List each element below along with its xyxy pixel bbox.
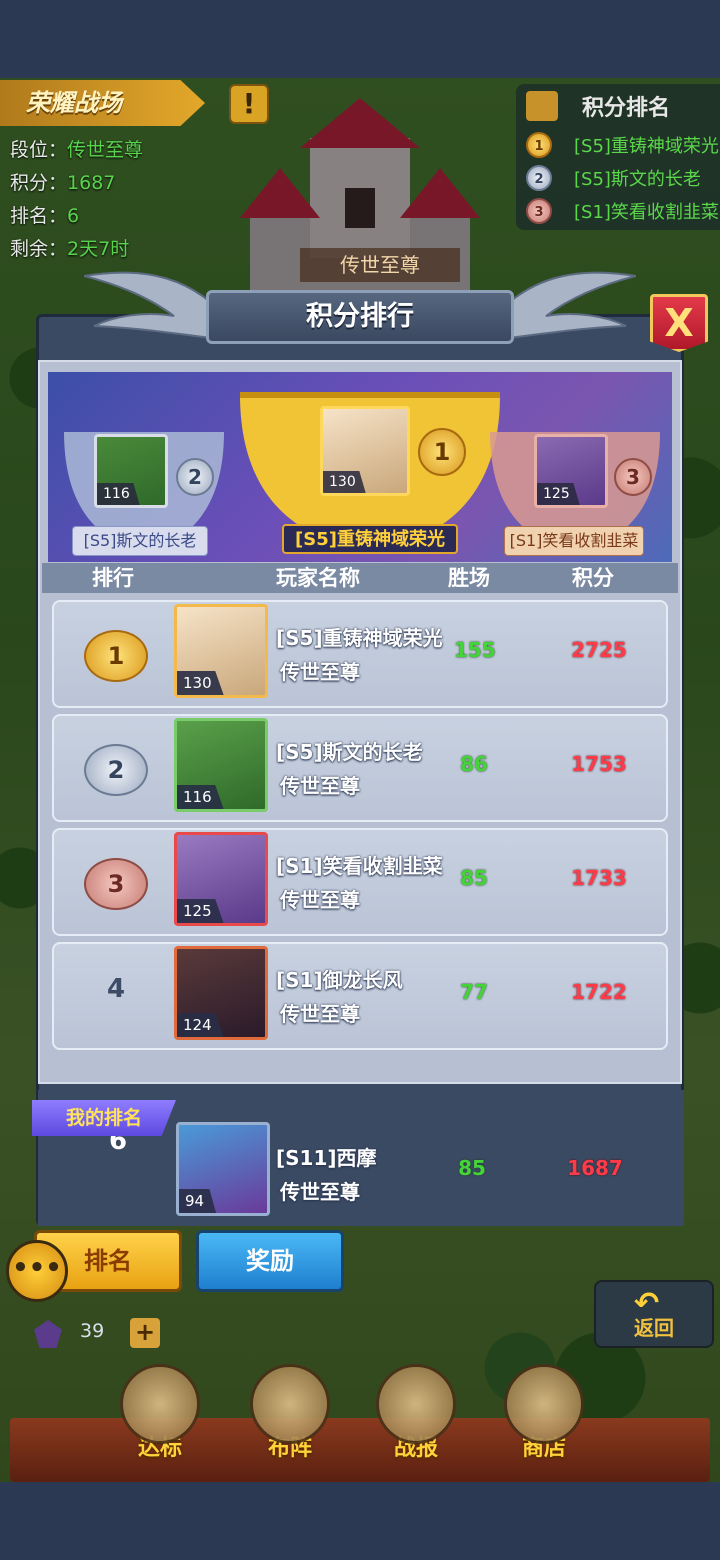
nav-item-achievement[interactable]: 达标 bbox=[114, 1364, 206, 1474]
info-rank: 排名：6 bbox=[10, 205, 80, 227]
player-avatar[interactable]: 116 bbox=[174, 718, 268, 812]
back-arrow-icon: ↶ bbox=[634, 1286, 660, 1321]
castle-tier-label: 传世至尊 bbox=[300, 248, 460, 282]
my-rank-tag: 我的排名 bbox=[32, 1100, 176, 1136]
player-avatar[interactable]: 130 bbox=[174, 604, 268, 698]
nav-item-shop[interactable]: 商店 bbox=[498, 1364, 590, 1474]
bronze-medal-icon: 3 bbox=[614, 458, 652, 496]
info-icon[interactable]: ! bbox=[229, 84, 269, 124]
podium: 116 2 [S5]斯文的长老 130 1 [S5]重铸神域荣光 125 3 [… bbox=[48, 372, 672, 562]
player-wins: 77 bbox=[460, 980, 488, 1004]
player-score: 2725 bbox=[571, 638, 627, 662]
info-tier: 段位：传世至尊 bbox=[10, 139, 144, 161]
silver-medal-icon: 2 bbox=[176, 458, 214, 496]
player-name: [S1]御龙长风 bbox=[276, 968, 403, 992]
bottom-system-bar bbox=[0, 1482, 720, 1560]
player-score: 1753 bbox=[571, 752, 627, 776]
mini-ranking-item: 2 [S5]斯文的长老 bbox=[516, 161, 720, 194]
player-name: [S1]笑看收割韭菜 bbox=[276, 854, 443, 878]
ranking-icon bbox=[526, 91, 558, 121]
mini-ranking-item: 1 [S5]重铸神域荣光 bbox=[516, 128, 720, 161]
nav-item-formation[interactable]: 布阵 bbox=[244, 1364, 336, 1474]
table-row[interactable]: 2 116 [S5]斯文的长老 传世至尊 86 1753 bbox=[52, 714, 668, 822]
player-tier: 传世至尊 bbox=[280, 774, 360, 798]
info-remaining: 剩余：2天7时 bbox=[10, 238, 130, 260]
rank-number: 4 bbox=[106, 974, 126, 1004]
achievement-icon bbox=[120, 1364, 200, 1444]
reward-tab-button[interactable]: 奖励 bbox=[196, 1230, 344, 1292]
player-score: 1722 bbox=[571, 980, 627, 1004]
gem-icon bbox=[34, 1320, 62, 1348]
table-row[interactable]: 4 124 [S1]御龙长风 传世至尊 77 1722 bbox=[52, 942, 668, 1050]
table-header: 排行 玩家名称 胜场 积分 bbox=[42, 563, 678, 593]
player-avatar[interactable]: 124 bbox=[174, 946, 268, 1040]
table-row[interactable]: 3 125 [S1]笑看收割韭菜 传世至尊 85 1733 bbox=[52, 828, 668, 936]
silver-medal-icon: 2 bbox=[84, 744, 148, 796]
gem-value: 39 bbox=[80, 1320, 105, 1342]
battlefield-title: 荣耀战场 bbox=[0, 80, 205, 126]
bronze-medal-icon: 3 bbox=[526, 197, 552, 224]
my-score: 1687 bbox=[567, 1156, 623, 1180]
player-name: [S5]斯文的长老 bbox=[276, 740, 423, 764]
header-score: 积分 bbox=[572, 566, 614, 590]
player-tier: 传世至尊 bbox=[280, 660, 360, 684]
third-place-name: [S1]笑看收割韭菜 bbox=[504, 526, 644, 556]
shop-icon bbox=[504, 1364, 584, 1444]
table-row[interactable]: 1 130 [S5]重铸神域荣光 传世至尊 155 2725 bbox=[52, 600, 668, 708]
battle-report-icon bbox=[376, 1364, 456, 1444]
header-rank: 排行 bbox=[92, 566, 134, 590]
gem-counter: 39 + bbox=[30, 1316, 160, 1352]
my-wins: 85 bbox=[458, 1156, 486, 1180]
player-tier: 传世至尊 bbox=[280, 888, 360, 912]
player-wins: 155 bbox=[454, 638, 496, 662]
close-button[interactable]: X bbox=[650, 294, 708, 352]
header-player-name: 玩家名称 bbox=[276, 566, 360, 590]
player-name: [S5]重铸神域荣光 bbox=[276, 626, 443, 650]
second-place-avatar[interactable]: 116 bbox=[94, 434, 168, 508]
info-points: 积分：1687 bbox=[10, 172, 116, 194]
first-place-avatar[interactable]: 130 bbox=[320, 406, 410, 496]
player-tier: 传世至尊 bbox=[280, 1002, 360, 1026]
bronze-medal-icon: 3 bbox=[84, 858, 148, 910]
third-place-avatar[interactable]: 125 bbox=[534, 434, 608, 508]
nav-item-battle-report[interactable]: 战报 bbox=[370, 1364, 462, 1474]
my-avatar[interactable]: 94 bbox=[176, 1122, 270, 1216]
player-wins: 86 bbox=[460, 752, 488, 776]
gold-medal-icon: 1 bbox=[526, 131, 552, 158]
chat-icon[interactable]: ••• bbox=[6, 1240, 68, 1302]
battle-info: 段位：传世至尊 积分：1687 排名：6 剩余：2天7时 bbox=[10, 134, 143, 266]
header-wins: 胜场 bbox=[448, 566, 490, 590]
player-score: 1733 bbox=[571, 866, 627, 890]
my-player-tier: 传世至尊 bbox=[280, 1180, 360, 1204]
player-wins: 85 bbox=[460, 866, 488, 890]
top-status-bar bbox=[0, 0, 720, 78]
mini-ranking[interactable]: 积分排名 1 [S5]重铸神域荣光 2 [S5]斯文的长老 3 [S1]笑看收割韭菜 bbox=[516, 84, 720, 230]
first-place-name: [S5]重铸神域荣光 bbox=[282, 524, 458, 554]
add-gems-button[interactable]: + bbox=[130, 1318, 160, 1348]
panel-title: 积分排行 bbox=[206, 290, 514, 344]
mini-ranking-title: 积分排名 bbox=[582, 96, 671, 121]
mini-ranking-item: 3 [S1]笑看收割韭菜 bbox=[516, 194, 720, 227]
gold-medal-icon: 1 bbox=[418, 428, 466, 476]
my-player-name: [S11]西摩 bbox=[276, 1146, 377, 1170]
formation-icon bbox=[250, 1364, 330, 1444]
silver-medal-icon: 2 bbox=[526, 164, 552, 191]
second-place-name: [S5]斯文的长老 bbox=[72, 526, 208, 556]
gold-medal-icon: 1 bbox=[84, 630, 148, 682]
player-avatar[interactable]: 125 bbox=[174, 832, 268, 926]
back-button[interactable]: ↶ 返回 bbox=[594, 1280, 714, 1348]
